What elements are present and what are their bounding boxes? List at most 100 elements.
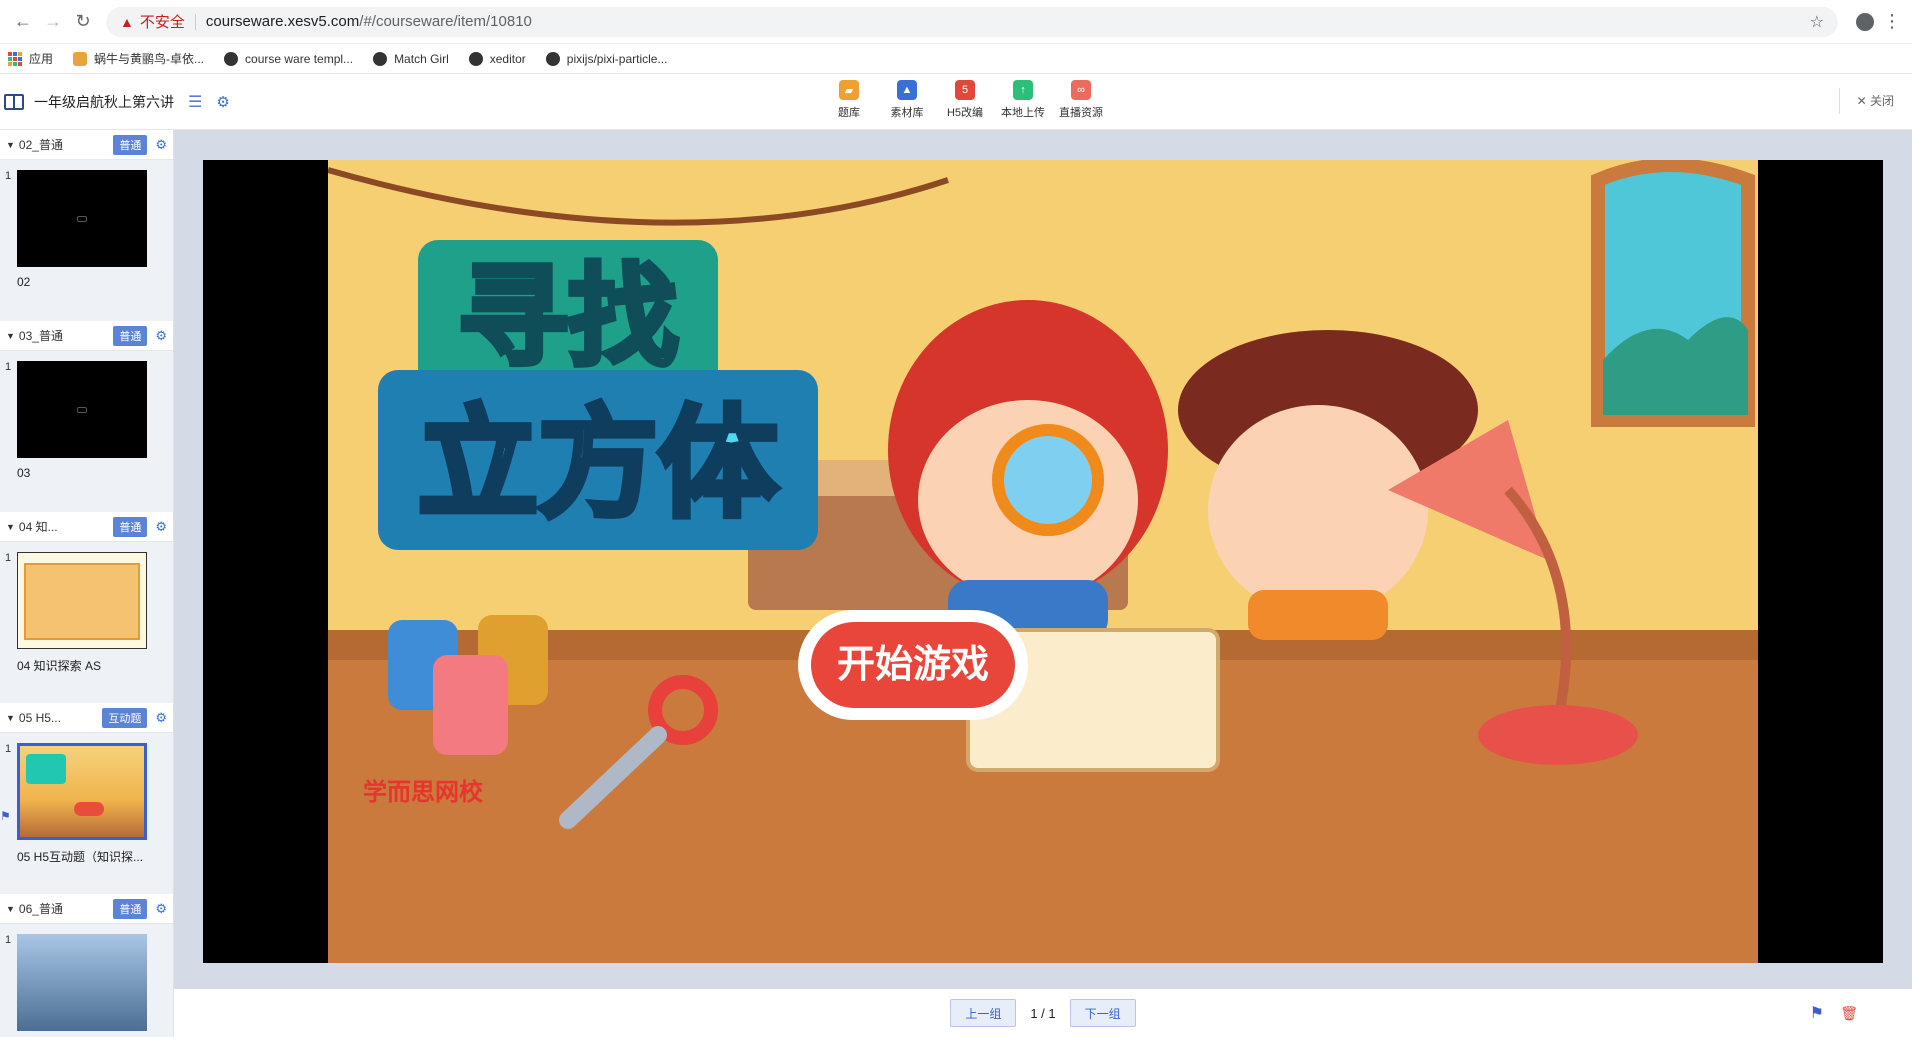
bookmark-match-girl[interactable]: Match Girl [373,51,449,66]
html5-icon: 5 [955,80,975,100]
gear-icon[interactable]: ⚙ [155,137,167,153]
trash-icon[interactable]: 🗑 [1840,1005,1858,1022]
game-title-line2: 立方体 [418,395,778,534]
divider [1839,88,1840,114]
slide-thumbnail[interactable] [17,743,147,840]
placeholder-icon [77,215,87,222]
tool-label: 直播资源 [1059,107,1103,119]
divider [194,13,196,30]
outline-icon[interactable]: ☰ [188,92,202,112]
apps-icon [8,51,22,66]
slide-thumbnail[interactable] [17,552,147,649]
tool-label: 题库 [838,107,860,119]
bookmark-apps[interactable]: 应用 [8,50,53,67]
caret-down-icon[interactable]: ▼ [6,904,15,914]
game-illustration: 寻找 立方体 开始游戏 学而思网校 [328,160,1758,963]
bookmark-courseware[interactable]: course ware templ... [224,51,353,66]
bookmark-label: Match Girl [394,51,449,66]
caret-down-icon[interactable]: ▼ [6,140,15,150]
back-icon[interactable]: ← [8,7,38,37]
group-header[interactable]: ▼ 04 知... 普通 ⚙ [0,512,173,542]
tool-asset-library[interactable]: ▲ 素材库 [878,80,936,120]
image-icon: ▲ [897,80,917,100]
slide-label: 02 [17,275,31,289]
tool-label: 素材库 [890,107,924,119]
bookmark-label: pixijs/pixi-particle... [566,51,668,66]
group-header[interactable]: ▼ 05 H5... 互动题 ⚙ [0,703,173,733]
tool-local-upload[interactable]: ↑ 本地上传 [994,80,1052,120]
caret-down-icon[interactable]: ▼ [6,522,15,532]
prev-group-button[interactable]: 上一组 [950,999,1017,1027]
gear-icon[interactable]: ⚙ [155,519,167,535]
game-canvas[interactable]: 寻找 立方体 开始游戏 学而思网校 [328,160,1758,963]
slide-item[interactable]: 1 03 [0,351,173,512]
gear-icon[interactable]: ⚙ [155,710,167,726]
bookmark-label: xeditor [489,51,526,66]
gear-icon[interactable]: ⚙ [155,328,167,344]
group-type-badge: 普通 [113,516,148,537]
slide-item-selected[interactable]: 1 ⚑ 05 H5互动题（知识探... [0,733,173,894]
tool-h5-adapt[interactable]: 5 H5改编 [936,80,994,120]
slide-thumbnail[interactable] [17,170,147,267]
group-header[interactable]: ▼ 02_普通 普通 ⚙ [0,130,173,160]
bookmark-pixijs[interactable]: pixijs/pixi-particle... [545,51,668,66]
tool-question-bank[interactable]: ▰ 题库 [820,80,878,120]
lamp-base [1478,705,1638,765]
slide-number: 1 [5,552,12,564]
app-header: 一年级启航秋上第六讲 ☰ ⚙ ▰ 题库 ▲ 素材库 5 H5改编 ↑ 本地上传 … [0,74,1912,130]
book-icon [4,93,24,110]
snail-icon [73,51,88,66]
slide-item[interactable]: 1 04 知识探索 AS [0,542,173,703]
gear-icon[interactable]: ⚙ [155,901,167,917]
group-type-badge: 普通 [113,325,148,346]
url-host: courseware.xesv5.com [205,13,360,30]
browser-toolbar: ← → ↻ ▲ 不安全 courseware.xesv5.com /#/cour… [0,0,1912,44]
close-button[interactable]: ✕ 关闭 [1857,92,1894,109]
slide-item[interactable]: 1 [0,924,173,1037]
tool-label: H5改编 [946,107,984,119]
star-icon[interactable]: ☆ [1810,12,1824,32]
main-area: 寻找 立方体 开始游戏 学而思网校 上一组 1 / 1 下一组 ⚑ 🗑 [174,130,1912,1037]
address-bar[interactable]: ▲ 不安全 courseware.xesv5.com /#/courseware… [106,6,1838,37]
bookmark-label: 应用 [29,52,54,66]
tool-live-resources[interactable]: ∞ 直播资源 [1052,80,1110,120]
workspace: ▼ 02_普通 普通 ⚙ 1 02 ▼ 03_普通 普通 ⚙ 1 03 ▼ 04… [0,130,1912,1037]
flag-icon[interactable]: ⚑ [0,809,11,823]
slide-label: 05 H5互动题（知识探... [17,850,144,864]
gear-icon[interactable]: ⚙ [216,93,229,111]
insecure-label: 不安全 [139,14,185,31]
globe-icon [373,51,388,66]
slide-thumbnail[interactable] [17,934,147,1031]
school-logo: 学而思网校 [363,778,484,806]
page-indicator: 1 / 1 [1030,1005,1056,1021]
slide-thumbnail[interactable] [17,361,147,458]
course-title: 一年级启航秋上第六讲 [34,93,174,110]
preview-stage: 寻找 立方体 开始游戏 学而思网校 [203,160,1883,963]
pink-bottle [433,655,508,755]
caret-down-icon[interactable]: ▼ [6,713,15,723]
game-title-line1: 寻找 [458,253,678,381]
slide-label: 03 [17,466,31,480]
warning-icon: ▲ [120,13,134,30]
bookmark-snail[interactable]: 蜗牛与黄鹂鸟-卓依... [73,50,204,67]
group-name: 02_普通 [18,138,63,152]
forward-icon[interactable]: → [38,7,68,37]
pager-bar: 上一组 1 / 1 下一组 ⚑ 🗑 [174,989,1912,1037]
group-header[interactable]: ▼ 03_普通 普通 ⚙ [0,321,173,351]
slide-item[interactable]: 1 02 [0,160,173,321]
start-game-button[interactable]: 开始游戏 [837,642,989,686]
group-type-badge: 互动题 [102,707,148,728]
slide-sidebar: ▼ 02_普通 普通 ⚙ 1 02 ▼ 03_普通 普通 ⚙ 1 03 ▼ 04… [0,130,174,1037]
slide-number: 1 [5,743,12,755]
menu-icon[interactable]: ⋮ [1880,11,1904,32]
profile-icon[interactable] [1850,7,1880,37]
globe-icon [468,51,483,66]
resource-toolbar: ▰ 题库 ▲ 素材库 5 H5改编 ↑ 本地上传 ∞ 直播资源 [820,80,1110,120]
group-header[interactable]: ▼ 06_普通 普通 ⚙ [0,894,173,924]
flag-icon[interactable]: ⚑ [1810,1003,1824,1023]
bookmark-xeditor[interactable]: xeditor [468,51,526,66]
next-group-button[interactable]: 下一组 [1069,999,1136,1027]
group-type-badge: 普通 [113,134,148,155]
reload-icon[interactable]: ↻ [68,7,98,37]
caret-down-icon[interactable]: ▼ [6,331,15,341]
